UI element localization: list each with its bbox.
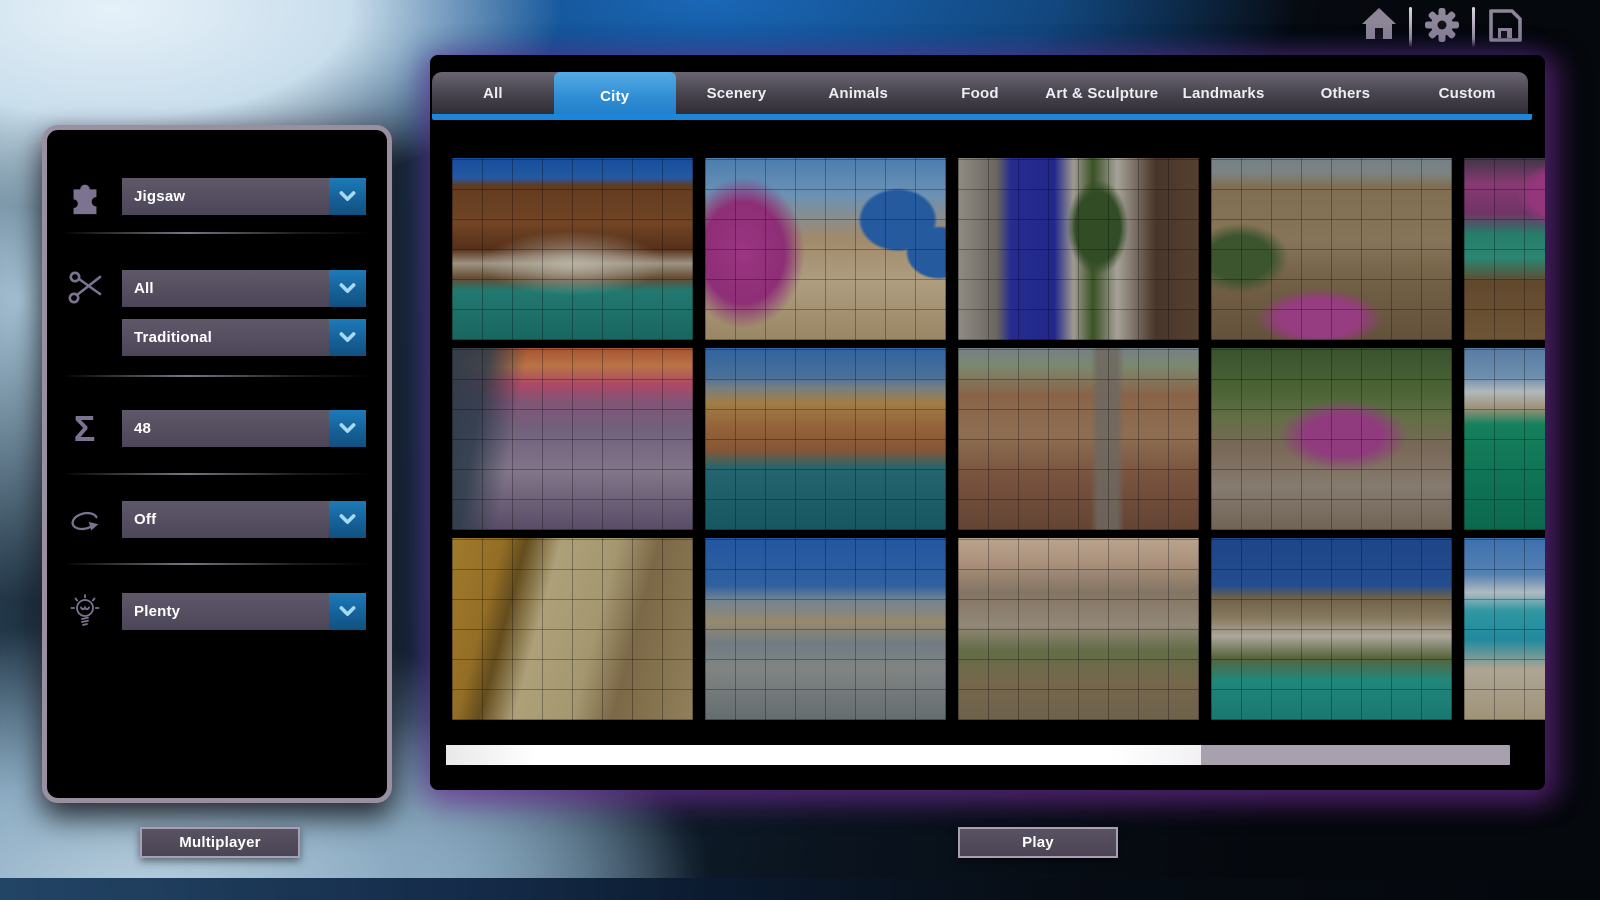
puzzle-thumbnail[interactable] — [1464, 158, 1545, 340]
puzzle-thumbnail[interactable] — [452, 158, 693, 340]
play-button[interactable]: Play — [958, 827, 1118, 858]
tab-others[interactable]: Others — [1284, 72, 1406, 114]
puzzle-thumbnail[interactable] — [705, 538, 946, 720]
puzzle-thumbnail[interactable] — [705, 158, 946, 340]
toolbar-separator — [1409, 7, 1412, 47]
puzzle-type-value: Jigsaw — [122, 188, 329, 205]
puzzle-thumbnail[interactable] — [452, 538, 693, 720]
chevron-down-icon[interactable] — [329, 270, 366, 307]
rotation-dropdown[interactable]: Off — [122, 501, 366, 538]
puzzle-thumbnail[interactable] — [958, 538, 1199, 720]
puzzle-thumbnail[interactable] — [1464, 538, 1545, 720]
toolbar-separator — [1472, 7, 1475, 47]
puzzle-thumbnail[interactable] — [705, 348, 946, 530]
scrollbar-thumb[interactable] — [446, 745, 1201, 765]
cut-style-value: Traditional — [122, 329, 329, 346]
home-button[interactable] — [1358, 5, 1400, 49]
piece-count-value: 48 — [122, 420, 329, 437]
rotation-row: Off — [47, 501, 387, 538]
thumbnail-grid — [452, 158, 1545, 720]
puzzle-thumbnail[interactable] — [452, 348, 693, 530]
chevron-down-icon[interactable] — [329, 178, 366, 215]
puzzle-type-dropdown[interactable]: Jigsaw — [122, 178, 366, 215]
system-toolbar — [1358, 5, 1526, 49]
chevron-down-icon[interactable] — [329, 593, 366, 630]
tab-food[interactable]: Food — [919, 72, 1041, 114]
piece-count-row: Σ 48 — [47, 410, 387, 447]
tab-landmarks[interactable]: Landmarks — [1163, 72, 1285, 114]
tab-underline — [432, 114, 1532, 120]
hints-value: Plenty — [122, 603, 329, 620]
puzzle-thumbnail[interactable] — [1211, 158, 1452, 340]
save-icon — [1485, 5, 1525, 50]
puzzle-thumbnail[interactable] — [1211, 348, 1452, 530]
tab-custom[interactable]: Custom — [1406, 72, 1528, 114]
cut-style-row: Traditional — [47, 319, 387, 356]
puzzle-gallery-panel: All City Scenery Animals Food Art & Scul… — [430, 55, 1545, 790]
cut-category-dropdown[interactable]: All — [122, 270, 366, 307]
multiplayer-button[interactable]: Multiplayer — [140, 827, 300, 858]
category-tabbar: All City Scenery Animals Food Art & Scul… — [432, 72, 1528, 114]
chevron-down-icon[interactable] — [329, 319, 366, 356]
gallery-scrollbar[interactable] — [446, 745, 1510, 765]
separator — [65, 563, 369, 565]
settings-gear-icon — [1422, 5, 1462, 50]
hints-dropdown[interactable]: Plenty — [122, 593, 366, 630]
tab-all[interactable]: All — [432, 72, 554, 114]
tab-scenery[interactable]: Scenery — [676, 72, 798, 114]
save-button[interactable] — [1484, 5, 1526, 49]
separator — [65, 473, 369, 475]
hints-row: Plenty — [47, 593, 387, 630]
puzzle-piece-icon — [47, 176, 122, 218]
chevron-down-icon[interactable] — [329, 501, 366, 538]
puzzle-type-row: Jigsaw — [47, 178, 387, 215]
rotation-icon — [47, 501, 122, 539]
tab-art-sculpture[interactable]: Art & Sculpture — [1041, 72, 1163, 114]
chevron-down-icon[interactable] — [329, 410, 366, 447]
tab-animals[interactable]: Animals — [797, 72, 919, 114]
home-icon — [1359, 5, 1399, 50]
cut-style-dropdown[interactable]: Traditional — [122, 319, 366, 356]
cut-category-row: All — [47, 270, 387, 307]
separator — [65, 232, 369, 234]
puzzle-settings-panel: Jigsaw All Traditional — [42, 125, 392, 803]
rotation-value: Off — [122, 511, 329, 528]
puzzle-thumbnail[interactable] — [1464, 348, 1545, 530]
settings-button[interactable] — [1421, 5, 1463, 49]
cut-category-value: All — [122, 280, 329, 297]
hint-bulb-icon — [47, 592, 122, 632]
separator — [65, 375, 369, 377]
puzzle-thumbnail[interactable] — [958, 158, 1199, 340]
tab-city[interactable]: City — [554, 72, 676, 120]
puzzle-thumbnail[interactable] — [958, 348, 1199, 530]
background-bottom-strip — [0, 878, 1600, 900]
sigma-count-icon: Σ — [47, 411, 122, 447]
piece-count-dropdown[interactable]: 48 — [122, 410, 366, 447]
puzzle-thumbnail[interactable] — [1211, 538, 1452, 720]
scissors-icon — [47, 269, 122, 309]
